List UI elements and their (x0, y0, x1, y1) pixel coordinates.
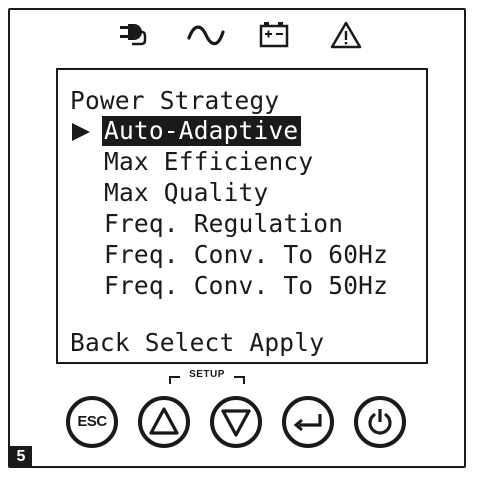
selection-pointer-icon (72, 123, 90, 141)
softkey-footer: Back Select Apply (70, 328, 325, 357)
menu-item-auto-adaptive[interactable]: Auto-Adaptive (102, 116, 302, 146)
power-icon (368, 409, 392, 435)
triangle-up-icon (149, 407, 179, 435)
lcd-display: Power Strategy Auto-Adaptive Max Efficie… (56, 68, 428, 364)
menu-item-freq-conv-50hz[interactable]: Freq. Conv. To 50Hz (104, 271, 388, 301)
plug-icon (120, 24, 147, 46)
warning-icon (330, 21, 362, 49)
up-button[interactable] (138, 396, 190, 448)
enter-icon (293, 414, 322, 432)
step-number-badge: 5 (10, 446, 32, 468)
menu-title: Power Strategy (70, 86, 280, 115)
menu-item-max-efficiency[interactable]: Max Efficiency (104, 147, 313, 177)
menu-item-max-quality[interactable]: Max Quality (104, 178, 268, 208)
setup-label: SETUP (180, 369, 234, 380)
battery-icon (259, 22, 289, 48)
enter-button[interactable] (282, 396, 334, 448)
esc-button[interactable]: ESC (66, 396, 118, 448)
down-button[interactable] (210, 396, 262, 448)
menu-item-freq-conv-60hz[interactable]: Freq. Conv. To 60Hz (104, 240, 388, 270)
menu-item-freq-regulation[interactable]: Freq. Regulation (104, 209, 343, 239)
triangle-down-icon (221, 409, 251, 437)
power-button[interactable] (354, 396, 406, 448)
status-icon-row (0, 20, 478, 54)
esc-label: ESC (77, 413, 107, 430)
ac-wave-icon (187, 25, 225, 46)
